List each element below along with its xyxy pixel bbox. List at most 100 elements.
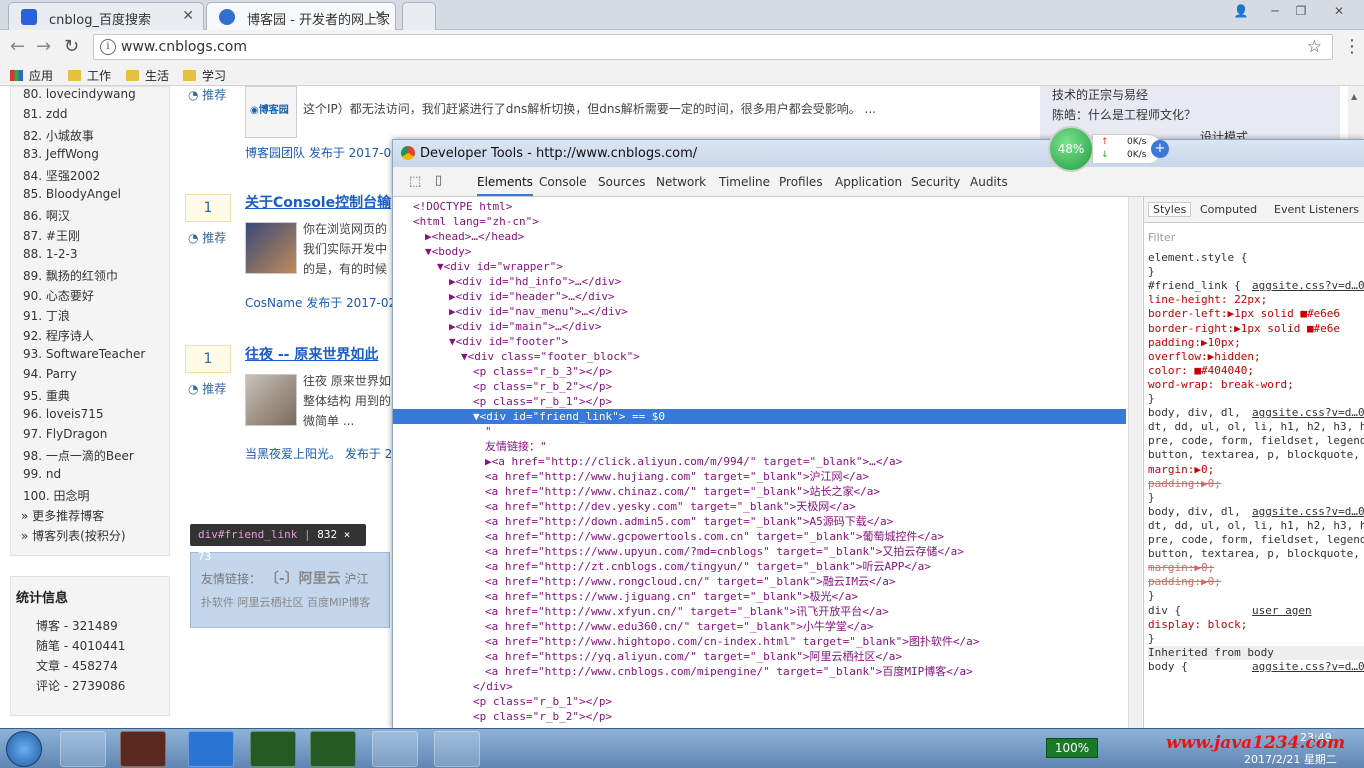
style-rule-line[interactable]: dt, dd, ul, ol, li, h1, h2, h3, h (1148, 519, 1364, 533)
vote-count[interactable]: 1 (185, 345, 231, 373)
style-rule-line[interactable]: #friend_link {aggsite.css?v=d…0 (1148, 279, 1364, 293)
aliyun-logo-icon[interactable]: 〔-〕阿里云 (265, 571, 341, 587)
eclipse-icon[interactable] (120, 731, 166, 767)
inspect-icon[interactable]: ⬚ (409, 174, 421, 189)
style-rule-line[interactable]: pre, code, form, fieldset, legend (1148, 533, 1364, 547)
style-rule-line[interactable]: button, textarea, p, blockquote, (1148, 448, 1360, 462)
cnblogs-logo-thumb[interactable]: ◉博客园 (245, 86, 297, 138)
more-link[interactable]: » 更多推荐博客 (21, 507, 104, 524)
post-avatar[interactable] (245, 222, 297, 274)
post-avatar[interactable] (245, 374, 297, 426)
news-link[interactable]: 技术的正宗与易经 (1052, 86, 1148, 103)
devtools-titlebar[interactable]: Developer Tools - http://www.cnblogs.com… (393, 140, 1364, 167)
tab-security[interactable]: Security (911, 175, 960, 189)
forward-icon[interactable]: → (36, 36, 51, 57)
style-rule-line[interactable]: element.style { (1148, 251, 1247, 265)
style-rule-line[interactable]: overflow:▶hidden; (1148, 350, 1261, 364)
tab-timeline[interactable]: Timeline (719, 175, 770, 189)
dom-node[interactable]: <p class="r_b_1"></p> (393, 394, 1126, 409)
ranking-item[interactable]: 85. BloodyAngel (23, 187, 121, 201)
close-window-button[interactable]: ✕ (1326, 2, 1352, 20)
dom-node[interactable]: <a href="https://www.jiguang.cn" target=… (393, 589, 1126, 604)
ranking-item[interactable]: 92. 程序诗人 (23, 327, 94, 344)
style-source-link[interactable]: aggsite.css?v=d…0 (1252, 660, 1364, 674)
bookmark-star-icon[interactable]: ☆ (1307, 37, 1322, 57)
ranking-item[interactable]: 90. 心态要好 (23, 287, 94, 304)
style-rule-line[interactable]: margin:▶0; (1148, 463, 1214, 477)
tab-sources[interactable]: Sources (598, 175, 645, 189)
dom-node[interactable]: ▶<div id="header">…</div> (393, 289, 1126, 304)
dom-node[interactable]: </div> (393, 679, 1126, 694)
menu-icon[interactable]: ⋮ (1343, 36, 1361, 57)
dom-node[interactable]: <a href="http://www.edu360.cn/" target="… (393, 619, 1126, 634)
style-rule-line[interactable]: padding:▶0; (1148, 575, 1221, 589)
dom-node[interactable]: <a href="http://www.hightopo.com/cn-inde… (393, 634, 1126, 649)
recommend-button[interactable]: ◔ 推荐 (188, 229, 226, 246)
friend-link-row-2[interactable]: 扑软件 阿里云栖社区 百度MIP博客 (201, 594, 370, 610)
tab-elements[interactable]: Elements (477, 175, 533, 196)
style-rule-line[interactable]: border-left:▶1px solid ■#e6e6 (1148, 307, 1340, 321)
tab-console[interactable]: Console (539, 175, 587, 189)
dom-node[interactable]: <a href="http://www.chinaz.com/" target=… (393, 484, 1126, 499)
style-rule-line[interactable]: body, div, dl, aggsite.css?v=d…0 (1148, 406, 1364, 420)
ranking-item[interactable]: 82. 小城故事 (23, 127, 94, 144)
post-meta[interactable]: 当黑夜爱上阳光。 发布于 2 (245, 445, 392, 462)
post-meta[interactable]: 博客园团队 发布于 2017-02 (245, 144, 399, 161)
style-rule-line[interactable]: } (1148, 265, 1155, 279)
dom-node-selected[interactable]: ▼<div id="friend_link"> == $0 (393, 409, 1126, 424)
scroll-up-icon[interactable]: ▲ (1351, 92, 1357, 101)
dom-node[interactable]: ▼<div id="wrapper"> (393, 259, 1126, 274)
new-tab-button[interactable] (402, 2, 436, 30)
dom-node[interactable]: <a href="http://down.admin5.com" target=… (393, 514, 1126, 529)
dom-node[interactable]: <a href="http://zt.cnblogs.com/tingyun/"… (393, 559, 1126, 574)
ranking-item[interactable]: 94. Parry (23, 367, 77, 381)
chrome-taskbar-icon-2[interactable] (434, 731, 480, 767)
dom-node[interactable]: ▶<div id="hd_info">…</div> (393, 274, 1126, 289)
user-icon[interactable]: 👤 (1228, 2, 1254, 20)
reload-icon[interactable]: ↻ (64, 36, 79, 57)
back-icon[interactable]: ← (10, 36, 25, 57)
more-link[interactable]: » 博客列表(按积分) (21, 527, 126, 544)
ranking-item[interactable]: 83. JeffWong (23, 147, 99, 161)
memory-gauge[interactable]: 48% (1048, 126, 1094, 172)
style-source-link[interactable]: aggsite.css?v=d…0 (1252, 505, 1364, 519)
style-rule-line[interactable]: body {aggsite.css?v=d…0 (1148, 660, 1364, 674)
style-source-link[interactable]: user agen (1252, 604, 1312, 618)
recommend-button[interactable]: ◔ 推荐 (188, 380, 226, 397)
dom-node[interactable]: <p class="r_b_1"></p> (393, 694, 1126, 709)
style-rule-line[interactable]: display: block; (1148, 618, 1247, 632)
dom-node[interactable]: <a href="http://www.gcpowertools.com.cn"… (393, 529, 1126, 544)
dom-node[interactable]: ▶<head>…</head> (393, 229, 1126, 244)
tab-network[interactable]: Network (656, 175, 706, 189)
bookmark-apps[interactable]: 应用 (10, 67, 53, 84)
elements-tree[interactable]: <!DOCTYPE html> <html lang="zh-cn"> ▶<head… (393, 197, 1126, 730)
vote-count[interactable]: 1 (185, 194, 231, 222)
dom-node[interactable]: <p class="r_b_2"></p> (393, 709, 1126, 724)
network-monitor-widget[interactable]: 48% ↑ 0K/s ↓ 0K/s + (1048, 126, 1173, 172)
dom-node[interactable]: " (393, 424, 1126, 439)
taskbar-app-icon[interactable] (60, 731, 106, 767)
camtasia-icon[interactable] (250, 731, 296, 767)
style-rule-line[interactable]: word-wrap: break-word; (1148, 378, 1294, 392)
plus-icon[interactable]: + (1151, 140, 1169, 158)
dom-node[interactable]: ▶<a href="http://click.aliyun.com/m/994/… (393, 454, 1126, 469)
dom-node[interactable]: <a href="https://yq.aliyun.com/" target=… (393, 649, 1126, 664)
dom-node[interactable]: ▼<body> (393, 244, 1126, 259)
dom-node[interactable]: <html lang="zh-cn"> (393, 214, 1126, 229)
start-button[interactable] (6, 731, 42, 767)
tab-audits[interactable]: Audits (970, 175, 1008, 189)
ranking-item[interactable]: 97. FlyDragon (23, 427, 107, 441)
info-icon[interactable]: i (100, 39, 116, 55)
device-toolbar-icon[interactable]: ▯ (435, 173, 442, 188)
dom-node[interactable]: <a href="http://www.hujiang.com" target=… (393, 469, 1126, 484)
tab-profiles[interactable]: Profiles (779, 175, 823, 189)
ranking-item[interactable]: 89. 飘扬的红领巾 (23, 267, 118, 284)
ranking-item[interactable]: 87. #王刚 (23, 227, 80, 244)
recommend-button[interactable]: ◔ 推荐 (188, 86, 226, 103)
tab-event-listeners[interactable]: Event Listeners (1274, 203, 1359, 216)
bookmark-folder-study[interactable]: 学习 (183, 67, 226, 84)
style-source-link[interactable]: aggsite.css?v=d…0 (1252, 406, 1364, 420)
post-title[interactable]: 关于Console控制台输 (245, 192, 391, 212)
tab-application[interactable]: Application (835, 175, 902, 189)
style-rule-line[interactable]: body, div, dl, aggsite.css?v=d…0 (1148, 505, 1364, 519)
